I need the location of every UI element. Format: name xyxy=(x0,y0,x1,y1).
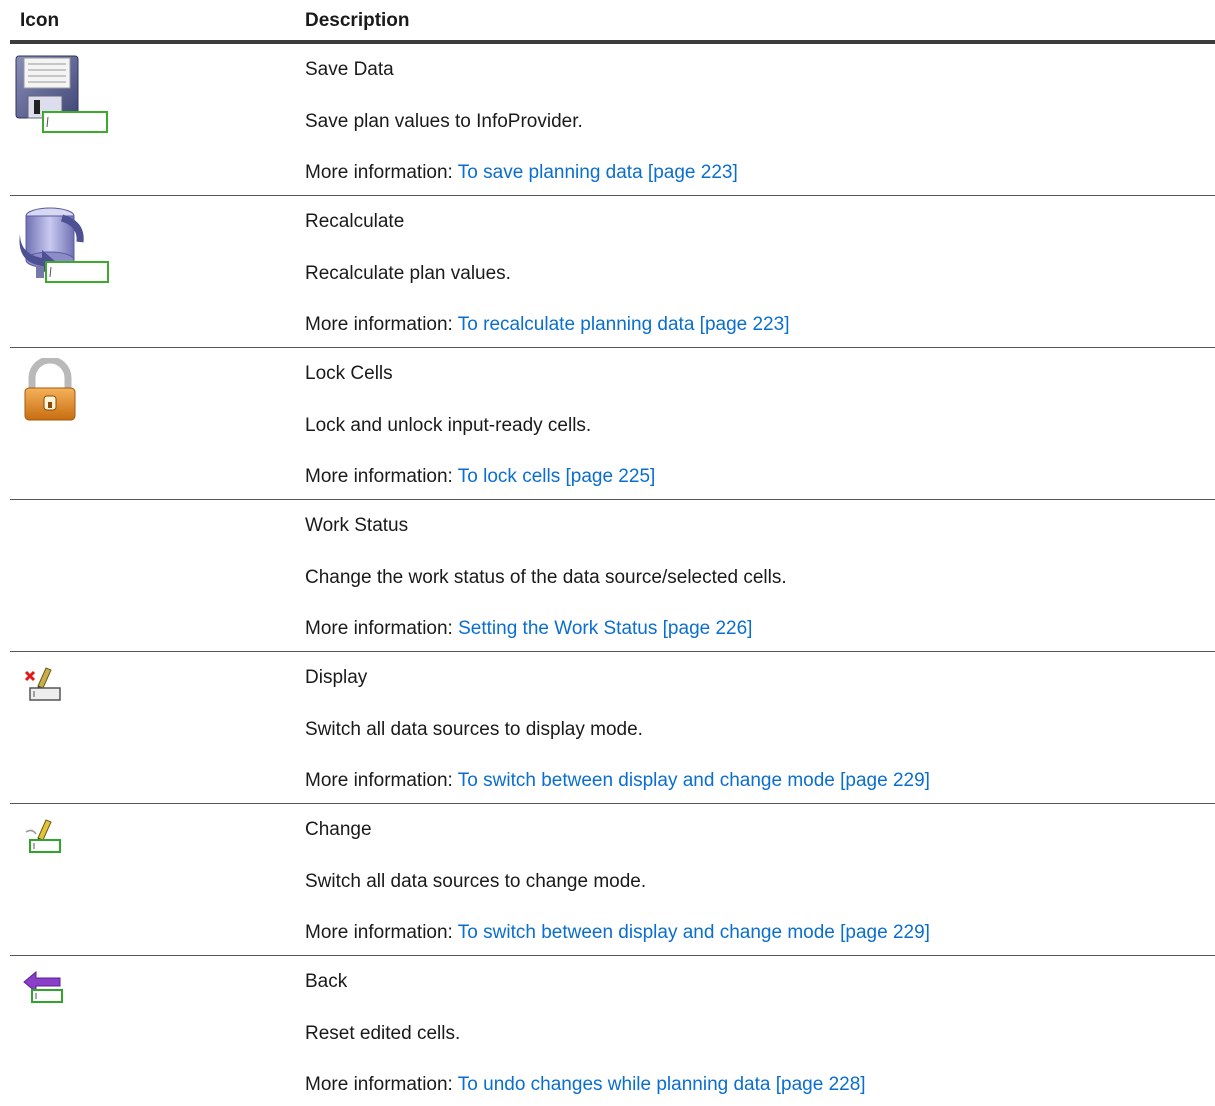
table-row: Back Reset edited cells. More informatio… xyxy=(10,956,1215,1106)
more-info-link[interactable]: To switch between display and change mod… xyxy=(458,922,930,943)
more-info: More information: To undo changes while … xyxy=(305,1073,866,1096)
more-info-link[interactable]: To switch between display and change mod… xyxy=(458,770,930,791)
more-info-label: More information: xyxy=(305,618,459,639)
more-info: More information: To save planning data … xyxy=(305,161,738,184)
more-info: More information: To switch between disp… xyxy=(305,769,930,792)
icon-table: Icon Description Save Data Save plan val… xyxy=(10,0,1215,1106)
more-info-label: More information: xyxy=(305,314,458,335)
more-info: More information: To lock cells [page 22… xyxy=(305,465,655,488)
more-info: More information: To recalculate plannin… xyxy=(305,313,789,336)
table-header: Icon Description xyxy=(10,0,1215,44)
more-info-label: More information: xyxy=(305,162,458,183)
more-info: More information: Setting the Work Statu… xyxy=(305,617,752,640)
change-mode-icon xyxy=(25,819,61,853)
table-row: Recalculate Recalculate plan values. Mor… xyxy=(10,196,1215,348)
more-info-label: More information: xyxy=(305,922,458,943)
more-info-link[interactable]: To lock cells [page 225] xyxy=(458,466,656,487)
more-info-label: More information: xyxy=(305,466,458,487)
row-title: Back xyxy=(305,971,348,992)
table-row: Change Switch all data sources to change… xyxy=(10,804,1215,956)
header-icon-column: Icon xyxy=(20,10,60,31)
display-mode-icon xyxy=(24,667,61,701)
row-title: Display xyxy=(305,667,368,688)
row-title: Lock Cells xyxy=(305,363,393,384)
more-info-label: More information: xyxy=(305,1074,458,1095)
table-row: Display Switch all data sources to displ… xyxy=(10,652,1215,804)
lock-icon xyxy=(24,358,76,421)
more-info-link[interactable]: To recalculate planning data [page 223] xyxy=(458,314,790,335)
row-text: Lock and unlock input-ready cells. xyxy=(305,415,592,436)
row-text: Change the work status of the data sourc… xyxy=(305,567,787,588)
more-info-link[interactable]: To undo changes while planning data [pag… xyxy=(458,1074,866,1095)
row-text: Reset edited cells. xyxy=(305,1023,461,1044)
row-title: Change xyxy=(305,819,372,840)
more-info: More information: To switch between disp… xyxy=(305,921,930,944)
header-description-column: Description xyxy=(305,10,410,31)
row-text: Recalculate plan values. xyxy=(305,263,511,284)
back-arrow-icon xyxy=(23,970,63,1003)
row-text: Switch all data sources to change mode. xyxy=(305,871,647,892)
more-info-link[interactable]: To save planning data [page 223] xyxy=(458,162,738,183)
recalculate-icon xyxy=(19,207,109,283)
row-title: Save Data xyxy=(305,59,394,80)
row-title: Work Status xyxy=(305,515,409,536)
more-info-link[interactable]: Setting the Work Status [page 226] xyxy=(458,618,752,639)
save-data-icon xyxy=(15,55,108,133)
more-info-label: More information: xyxy=(305,770,458,791)
row-text: Save plan values to InfoProvider. xyxy=(305,111,583,132)
table-row: Save Data Save plan values to InfoProvid… xyxy=(10,44,1215,196)
row-title: Recalculate xyxy=(305,211,405,232)
table-row: Lock Cells Lock and unlock input-ready c… xyxy=(10,348,1215,500)
table-row: Work Status Change the work status of th… xyxy=(10,500,1215,652)
row-text: Switch all data sources to display mode. xyxy=(305,719,643,740)
